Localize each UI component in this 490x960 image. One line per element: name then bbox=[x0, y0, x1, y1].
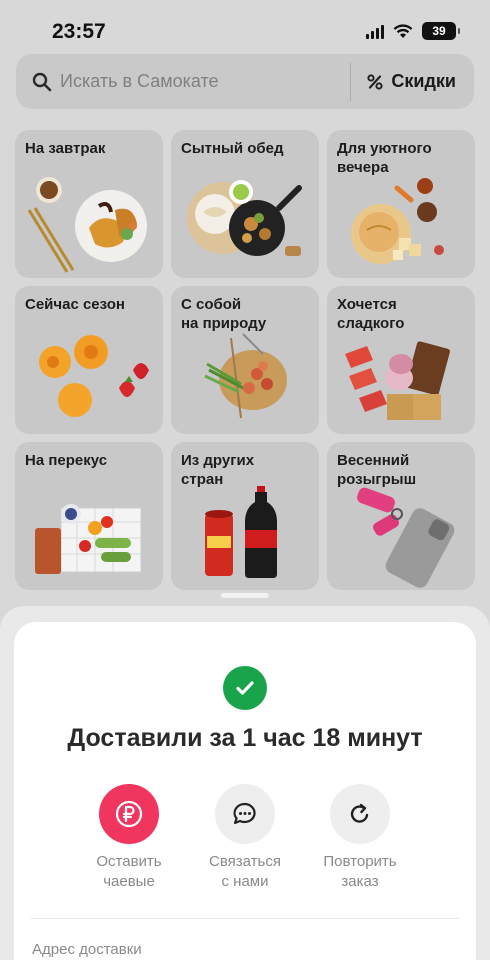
cellular-signal-icon bbox=[366, 23, 384, 39]
delivery-address-label: Адрес доставки bbox=[32, 941, 142, 958]
status-bar: 23:57 39 bbox=[0, 0, 490, 60]
discounts-label: Скидки bbox=[391, 71, 456, 91]
status-icons: 39 bbox=[366, 22, 460, 40]
category-title: Весенний розыгрыш bbox=[337, 452, 417, 488]
sheet-drag-handle[interactable] bbox=[221, 593, 269, 598]
chat-icon bbox=[215, 784, 275, 844]
check-icon bbox=[223, 666, 267, 710]
status-time: 23:57 bbox=[52, 20, 106, 43]
contact-support-label: Связаться с нами bbox=[209, 853, 281, 890]
category-title: Сытный обед bbox=[181, 140, 284, 157]
category-title: Из других стран bbox=[181, 452, 255, 488]
repeat-order-button[interactable]: Повторить заказ bbox=[300, 784, 420, 892]
category-title: Хочется сладкого bbox=[337, 296, 405, 332]
tip-button-label: Оставить чаевые bbox=[96, 853, 162, 890]
category-tile-snack[interactable]: На перекус bbox=[15, 442, 163, 590]
category-title: С собой на природу bbox=[181, 296, 267, 332]
category-grid: На завтрак Сытный обед Для уютного вечер… bbox=[15, 130, 475, 590]
category-tile-other-countries[interactable]: Из других стран bbox=[171, 442, 319, 590]
contact-support-button[interactable]: Связаться с нами bbox=[185, 784, 305, 892]
category-tile-giveaway[interactable]: Весенний розыгрыш bbox=[327, 442, 475, 590]
repeat-order-label: Повторить заказ bbox=[323, 853, 397, 890]
search-bar[interactable]: Искать в Самокате Скидки bbox=[16, 54, 474, 109]
tip-button[interactable]: Оставить чаевые bbox=[69, 784, 189, 892]
category-title: Для уютного вечера bbox=[337, 140, 432, 176]
search-icon bbox=[32, 72, 52, 91]
category-tile-nature[interactable]: С собой на природу bbox=[171, 286, 319, 434]
category-tile-cozy-evening[interactable]: Для уютного вечера bbox=[327, 130, 475, 278]
category-tile-breakfast[interactable]: На завтрак bbox=[15, 130, 163, 278]
discounts-button[interactable]: Скидки bbox=[351, 71, 474, 92]
repeat-icon bbox=[330, 784, 390, 844]
category-title: Сейчас сезон bbox=[25, 296, 125, 313]
category-tile-season[interactable]: Сейчас сезон bbox=[15, 286, 163, 434]
delivery-status-title: Доставили за 1 час 18 минут bbox=[67, 724, 423, 752]
ruble-icon bbox=[99, 784, 159, 844]
percent-icon bbox=[367, 73, 384, 90]
category-tile-sweets[interactable]: Хочется сладкого bbox=[327, 286, 475, 434]
category-tile-lunch[interactable]: Сытный обед bbox=[171, 130, 319, 278]
divider bbox=[30, 918, 460, 919]
wifi-icon bbox=[393, 23, 413, 38]
category-title: На завтрак bbox=[25, 140, 106, 157]
battery-icon: 39 bbox=[422, 22, 460, 40]
search-input[interactable]: Искать в Самокате bbox=[60, 71, 350, 92]
category-title: На перекус bbox=[25, 452, 108, 469]
